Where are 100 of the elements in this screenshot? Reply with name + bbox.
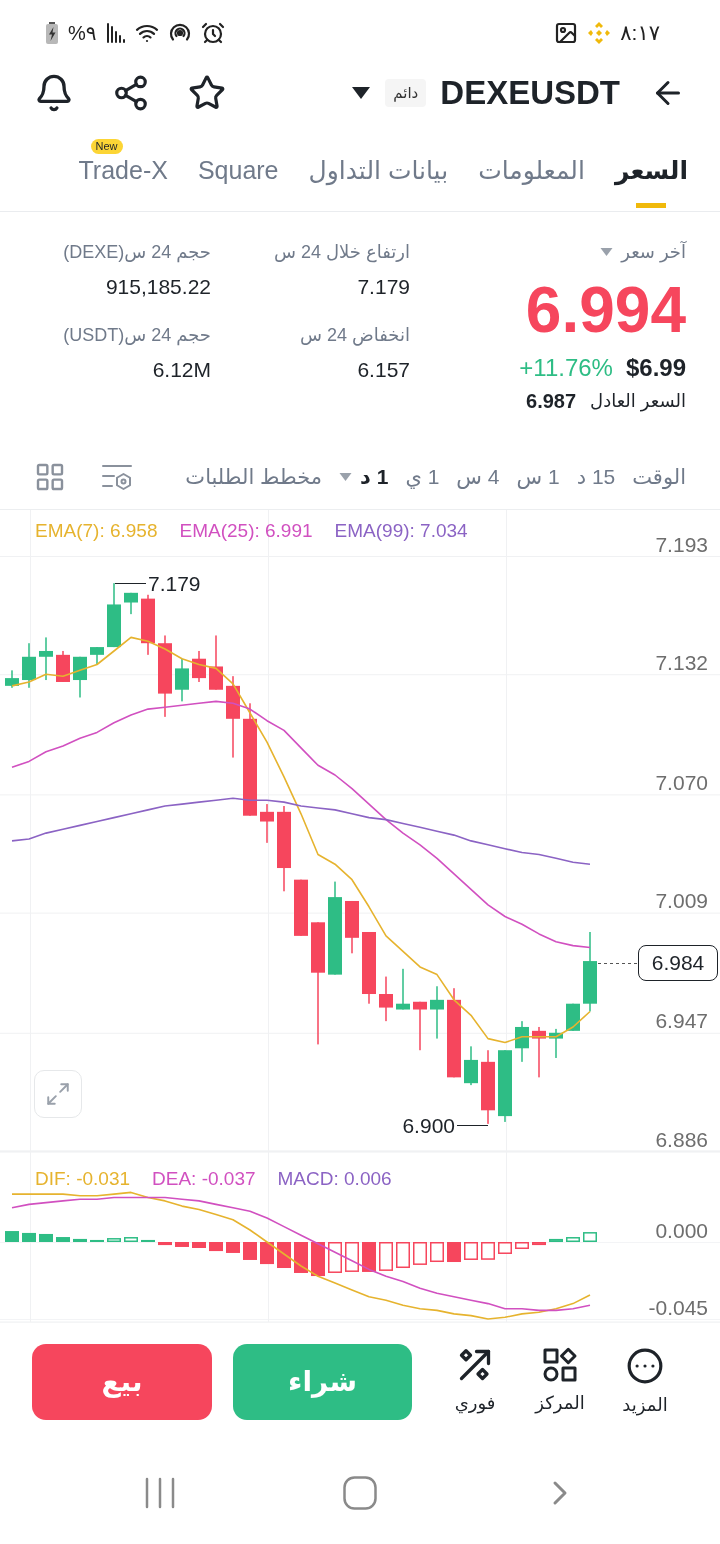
new-badge: New: [90, 139, 123, 154]
last-price-label: آخر سعر: [621, 240, 686, 264]
candle: [73, 656, 87, 698]
candle: [396, 968, 410, 1010]
stat-label: ارتفاع خلال 24 س: [274, 241, 410, 264]
histogram-bar: [294, 1242, 308, 1273]
axis-label: 7.132: [655, 650, 708, 674]
caret-down-icon[interactable]: [350, 87, 373, 99]
histogram-bar: [175, 1242, 189, 1247]
histogram-bar: [90, 1239, 104, 1242]
last-price: 6.994: [525, 278, 686, 342]
stat-value: 915,185.22: [105, 275, 211, 299]
candle: [515, 1021, 529, 1062]
candle: [22, 643, 36, 688]
candle: [566, 1003, 580, 1031]
tab[interactable]: السعر: [614, 155, 688, 208]
histogram-bar: [447, 1242, 461, 1262]
interval-tab[interactable]: 15 د: [576, 463, 616, 491]
more-icon: [626, 1347, 664, 1385]
interval-dropdown[interactable]: 1 د: [339, 463, 389, 491]
candle: [498, 1050, 512, 1122]
histogram-bar: [209, 1242, 223, 1252]
axis-label: 0.000: [655, 1218, 708, 1242]
alarm-clock-icon: [200, 21, 225, 45]
histogram-bar: [362, 1242, 376, 1272]
histogram-bar: [39, 1233, 53, 1242]
depth-chart-tab[interactable]: مخطط الطلبات: [185, 463, 323, 491]
candle: [175, 658, 189, 702]
image-icon: [554, 21, 579, 45]
axis-label: 7.070: [655, 770, 708, 794]
histogram-bar: [73, 1238, 87, 1242]
buy-button[interactable]: شراء: [233, 1344, 412, 1420]
time-label: الوقت: [632, 464, 686, 491]
high-price-label: 7.179: [148, 571, 201, 595]
candle: [532, 1026, 546, 1078]
home-icon[interactable]: [343, 1475, 377, 1510]
stat-value: 6.157: [357, 358, 410, 382]
expand-button[interactable]: [34, 1070, 82, 1118]
fair-price-label: السعر العادل: [590, 390, 686, 413]
candle: [549, 1028, 563, 1058]
expand-icon: [45, 1081, 71, 1107]
indicator-legend: MACD: 0.006: [277, 1167, 392, 1191]
candle: [362, 932, 376, 1004]
tab[interactable]: المعلومات: [478, 155, 585, 208]
candle: [107, 583, 121, 648]
fair-price: 6.987: [526, 389, 577, 413]
candle: [5, 670, 19, 688]
indicator-legend: DIF: -0.031: [35, 1167, 131, 1191]
candle: [464, 1046, 478, 1086]
interval-tab[interactable]: 1 س: [516, 463, 560, 491]
battery-percent: %٩: [68, 21, 97, 46]
toolbar-button[interactable]: فوري: [435, 1347, 515, 1417]
stat-label: حجم 24 س(DEXE): [63, 241, 211, 264]
price-change: +11.76%: [519, 353, 613, 383]
toolbar-button[interactable]: المركز: [520, 1347, 600, 1417]
histogram-bar: [158, 1242, 172, 1246]
battery-charging-icon: [45, 22, 59, 44]
candle: [430, 986, 444, 1039]
sell-button[interactable]: بيع: [32, 1344, 212, 1420]
axis-label: 7.193: [655, 532, 708, 556]
stat-label: انخفاض 24 س: [300, 324, 410, 347]
axis-label: 7.009: [655, 889, 708, 913]
stat-value: 7.179: [357, 275, 410, 299]
histogram-bar: [56, 1237, 70, 1242]
toolbar-button[interactable]: المزيد: [605, 1347, 685, 1417]
tab[interactable]: Square: [197, 155, 279, 208]
bell-icon[interactable]: [34, 73, 74, 113]
candle: [209, 635, 223, 690]
candle: [260, 804, 274, 843]
app-logo-icon: [588, 22, 611, 44]
candle: [56, 650, 70, 682]
candle: [294, 879, 308, 936]
recent-apps-icon[interactable]: [145, 1476, 175, 1509]
histogram-bar: [277, 1242, 291, 1268]
star-icon[interactable]: [188, 74, 226, 112]
candle: [124, 592, 138, 615]
histogram-bar: [226, 1242, 240, 1253]
share-icon[interactable]: [112, 74, 150, 112]
interval-tab[interactable]: 4 س: [456, 463, 500, 491]
axis-label: 6.886: [655, 1127, 708, 1151]
candle: [141, 594, 155, 655]
signal-icon: [105, 23, 126, 43]
lines-hexagon-icon[interactable]: [102, 463, 132, 491]
usd-price: $6.99: [625, 353, 686, 383]
tab[interactable]: Trade-X: [78, 155, 168, 208]
stat-label: حجم 24 س(USDT): [63, 324, 211, 347]
tab[interactable]: بيانات التداول: [308, 155, 449, 208]
grid-icon[interactable]: [34, 461, 66, 493]
candle: [90, 647, 104, 665]
histogram-bar: [22, 1232, 36, 1242]
contract-badge: دائم: [385, 79, 427, 107]
axis-label: -0.045: [648, 1295, 708, 1319]
leader-line: [115, 583, 146, 584]
histogram-bar: [260, 1242, 274, 1265]
candle: [413, 1001, 427, 1051]
interval-tab[interactable]: 1 ي: [405, 463, 440, 491]
price-line: [598, 963, 637, 964]
histogram-bar: [243, 1242, 257, 1260]
current-price-tag: 6.984: [638, 945, 718, 981]
histogram-bar: [141, 1239, 155, 1242]
